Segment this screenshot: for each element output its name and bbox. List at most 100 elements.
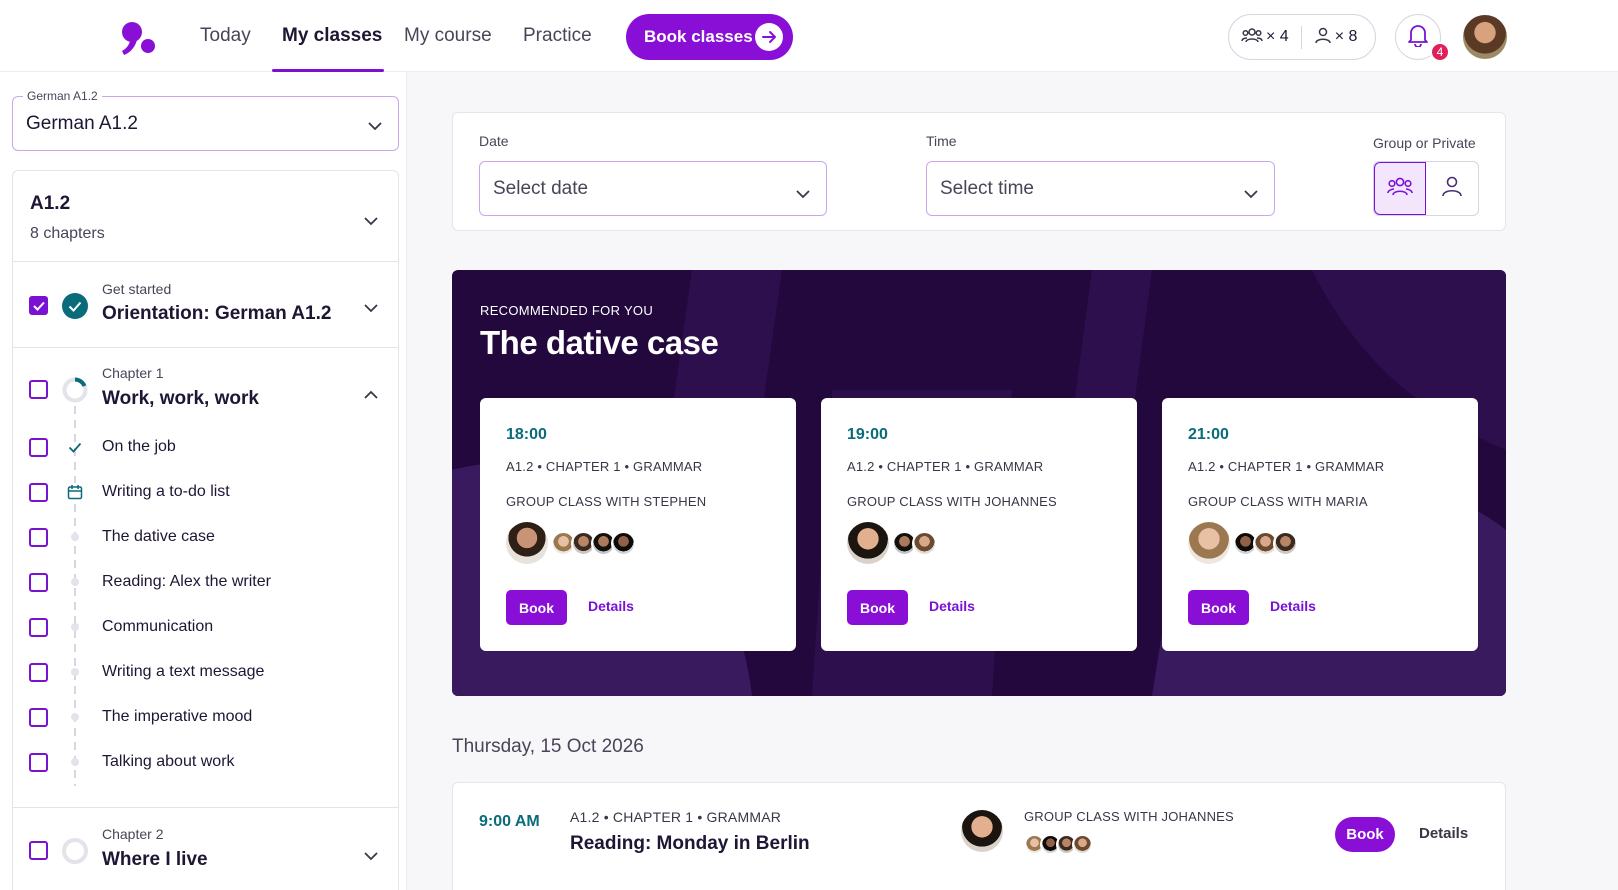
book-button[interactable]: Book	[1188, 590, 1249, 625]
lesson-title: Talking about work	[102, 753, 235, 770]
lesson-checkbox[interactable]	[29, 528, 48, 547]
class-filters: Date Select date Time Select time Group …	[452, 112, 1506, 231]
time-select[interactable]: Select time	[926, 161, 1275, 216]
book-button[interactable]: Book	[506, 590, 567, 625]
class-meta: A1.2 • CHAPTER 1 • GRAMMAR	[570, 809, 782, 825]
class-credits[interactable]: × 4 × 8	[1228, 14, 1376, 60]
arrow-right-icon	[755, 23, 783, 51]
student-avatar	[1273, 530, 1298, 556]
book-button[interactable]: Book	[1335, 817, 1395, 852]
class-teacher: GROUP CLASS WITH MARIA	[1188, 494, 1368, 509]
details-link[interactable]: Details	[1270, 598, 1316, 614]
recommended-title: The dative case	[480, 324, 719, 361]
details-link[interactable]: Details	[588, 598, 634, 614]
class-card[interactable]: 18:00 A1.2 • CHAPTER 1 • GRAMMAR GROUP C…	[480, 398, 796, 651]
class-card[interactable]: 21:00 A1.2 • CHAPTER 1 • GRAMMAR GROUP C…	[1162, 398, 1478, 651]
brand-logo-icon[interactable]	[118, 20, 158, 56]
lesson-item[interactable]: On the job	[13, 438, 398, 484]
nav-my-course[interactable]: My course	[404, 25, 492, 47]
nav-today[interactable]: Today	[200, 25, 251, 47]
details-link[interactable]: Details	[1419, 825, 1468, 842]
student-avatar	[611, 530, 636, 556]
participants	[847, 521, 937, 565]
class-card[interactable]: 19:00 A1.2 • CHAPTER 1 • GRAMMAR GROUP C…	[821, 398, 1137, 651]
lesson-item[interactable]: Talking about work	[13, 753, 398, 799]
lesson-item[interactable]: Writing a text message	[13, 663, 398, 709]
course-select[interactable]: German A1.2 German A1.2	[12, 89, 399, 151]
day-heading: Thursday, 15 Oct 2026	[452, 736, 644, 757]
nav-practice[interactable]: Practice	[523, 25, 592, 47]
orientation-checkbox[interactable]	[29, 296, 48, 315]
lesson-checkbox[interactable]	[29, 618, 48, 637]
lesson-title: Reading: Alex the writer	[102, 573, 271, 590]
lesson-checkbox[interactable]	[29, 573, 48, 592]
course-sidebar: German A1.2 German A1.2 A1.2 8 chapters …	[0, 72, 407, 890]
group-credits-count: × 4	[1266, 28, 1289, 45]
group-credits: × 4	[1229, 26, 1301, 49]
lesson-checkbox[interactable]	[29, 708, 48, 727]
person-icon	[1441, 175, 1463, 202]
lesson-title: Writing a text message	[102, 663, 265, 680]
date-placeholder: Select date	[493, 177, 589, 199]
level-title: A1.2	[30, 193, 71, 214]
chapter-2-title: Where I live	[102, 849, 208, 870]
time-placeholder: Select time	[940, 177, 1034, 199]
lesson-item[interactable]: Writing a to-do list	[13, 483, 398, 529]
book-classes-label: Book classes	[644, 27, 753, 46]
chapter-1-title[interactable]: Work, work, work	[102, 388, 259, 410]
class-time: 21:00	[1188, 426, 1229, 443]
top-navigation: Today My classes My course Practice Book…	[0, 0, 1618, 72]
user-avatar[interactable]	[1463, 15, 1507, 59]
teacher-avatar	[847, 522, 889, 564]
lesson-item[interactable]: Communication	[13, 618, 398, 664]
calendar-icon	[67, 483, 83, 501]
class-row[interactable]: 9:00 AM A1.2 • CHAPTER 1 • GRAMMAR Readi…	[452, 782, 1506, 890]
lesson-checkbox[interactable]	[29, 663, 48, 682]
class-time: 9:00 AM	[479, 813, 540, 830]
lesson-item[interactable]: Reading: Alex the writer	[13, 573, 398, 619]
mode-label: Group or Private	[1373, 135, 1476, 151]
level-chapters-count: 8 chapters	[30, 225, 105, 242]
date-select[interactable]: Select date	[479, 161, 827, 216]
private-option[interactable]	[1426, 162, 1478, 215]
group-icon	[1387, 175, 1413, 202]
chapter-2-checkbox[interactable]	[29, 841, 48, 860]
student-avatar	[912, 530, 937, 556]
pending-dot-icon	[67, 708, 83, 726]
group-private-toggle	[1373, 161, 1479, 216]
chevron-down-icon	[364, 300, 378, 318]
chapter-1-checkbox[interactable]	[29, 380, 48, 399]
participants	[1188, 521, 1298, 565]
group-option[interactable]	[1374, 162, 1427, 215]
private-credits-count: × 8	[1334, 28, 1358, 45]
details-link[interactable]: Details	[929, 598, 975, 614]
lesson-item[interactable]: The imperative mood	[13, 708, 398, 754]
lesson-title: Communication	[102, 618, 214, 635]
chevron-up-icon[interactable]	[364, 386, 378, 404]
teacher-avatar	[961, 810, 1003, 852]
recommended-banner: RECOMMENDED FOR YOU The dative case 18:0…	[452, 270, 1506, 696]
class-teacher: GROUP CLASS WITH JOHANNES	[847, 494, 1057, 509]
chevron-down-icon	[364, 213, 378, 231]
lesson-item[interactable]: The dative case	[13, 528, 398, 574]
person-icon	[1314, 26, 1332, 49]
teacher-avatar	[1188, 522, 1230, 564]
book-button[interactable]: Book	[847, 590, 908, 625]
chevron-down-icon	[1244, 183, 1258, 205]
time-label: Time	[926, 133, 957, 149]
pending-dot-icon	[67, 618, 83, 636]
group-icon	[1241, 26, 1263, 49]
notifications-button[interactable]: 4	[1395, 14, 1450, 62]
lesson-checkbox[interactable]	[29, 753, 48, 772]
orientation-chapter[interactable]: Get started Orientation: German A1.2	[13, 262, 398, 348]
class-time: 18:00	[506, 426, 547, 443]
chapter-2[interactable]: Chapter 2 Where I live	[13, 808, 398, 890]
lesson-checkbox[interactable]	[29, 483, 48, 502]
book-classes-button[interactable]: Book classes	[626, 14, 793, 60]
chevron-down-icon	[368, 118, 382, 136]
level-header[interactable]: A1.2 8 chapters	[13, 171, 398, 262]
class-time: 19:00	[847, 426, 888, 443]
chapter-1: Chapter 1 Work, work, work On the job Wr…	[13, 348, 398, 808]
nav-my-classes[interactable]: My classes	[282, 25, 382, 47]
lesson-checkbox[interactable]	[29, 438, 48, 457]
